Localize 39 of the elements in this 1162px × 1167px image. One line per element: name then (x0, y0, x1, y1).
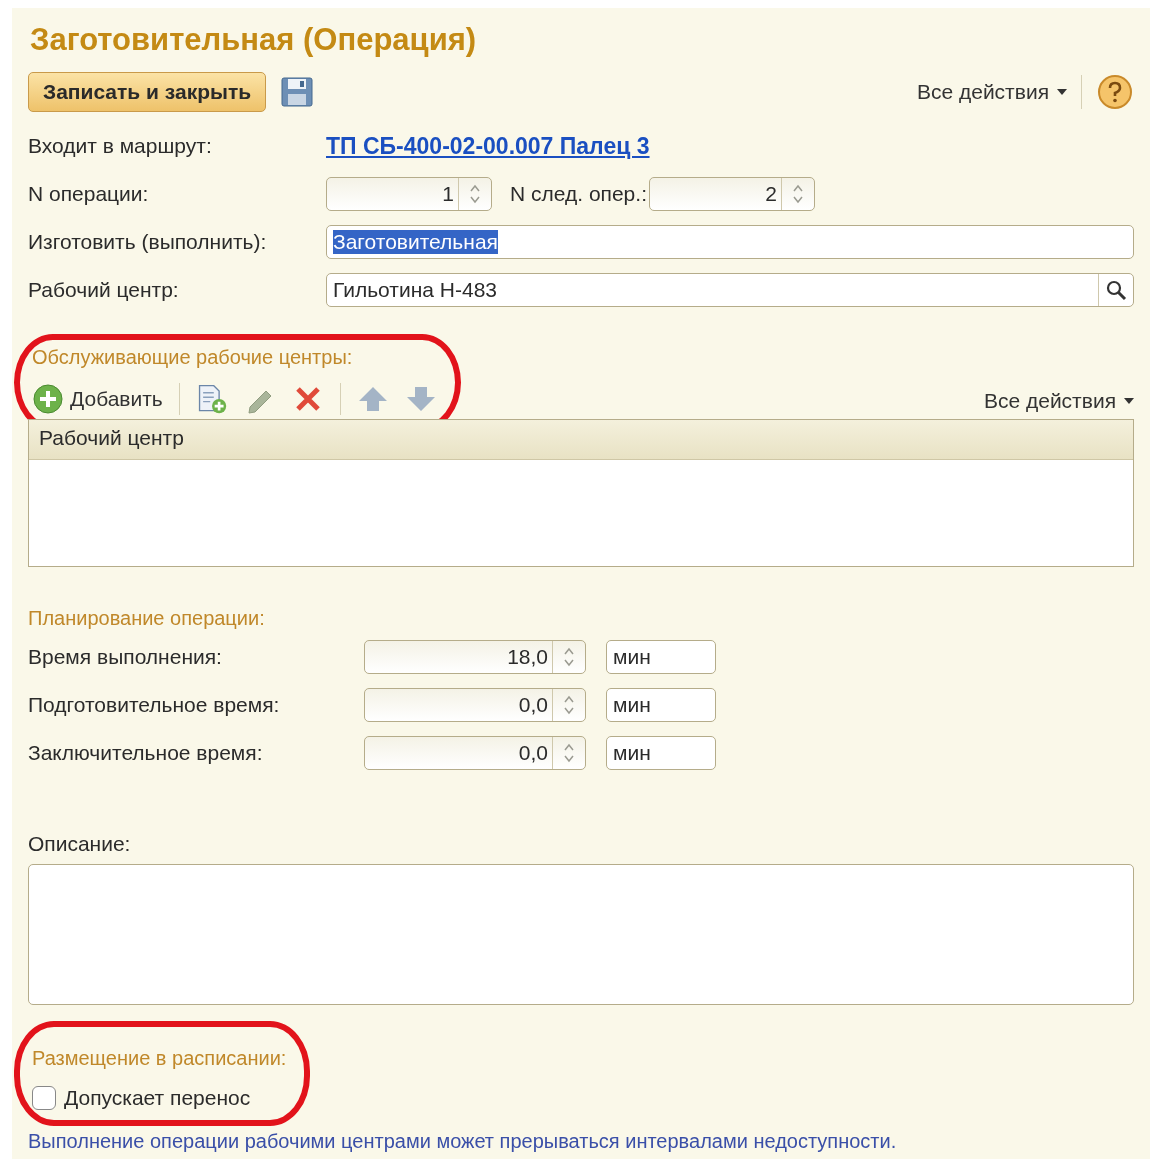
section-title: Планирование операции: (28, 607, 266, 631)
description-field[interactable] (28, 864, 1134, 1005)
caret-icon (1124, 398, 1134, 404)
hint-text: Выполнение операции рабочими центрами может прерываться интервалами недоступности. (28, 1130, 898, 1153)
field-label: Время выполнения: (28, 645, 223, 670)
save-close-button[interactable]: Записать и закрыть (28, 72, 267, 112)
help-icon[interactable] (1096, 73, 1134, 111)
field-label: Заключительное время: (28, 741, 264, 766)
all-actions-menu[interactable]: Все действия (983, 389, 1134, 413)
save-icon[interactable] (280, 76, 315, 108)
route-link[interactable]: ТП СБ-400-02-00.007 Палец 3 (326, 132, 1134, 160)
search-icon[interactable] (1105, 279, 1127, 301)
add-button[interactable]: Добавить (32, 383, 163, 415)
caret-icon (1057, 89, 1067, 95)
section-title: Обслуживающие рабочие центры: (32, 346, 354, 369)
number-field[interactable]: 0,0 (364, 736, 586, 771)
field-label: N операции: (28, 182, 150, 206)
unit-field[interactable]: мин (606, 688, 716, 723)
field-label: Рабочий центр: (28, 278, 180, 302)
number-field[interactable]: 18,0 (364, 640, 586, 675)
number-field[interactable]: 1 (326, 177, 492, 211)
number-field[interactable]: 0,0 (364, 688, 586, 723)
window-title: Заготовительная (Операция) (30, 22, 478, 58)
field-label: Входит в маршрут: (28, 134, 213, 158)
field-label: N след. опер.: (510, 182, 647, 206)
all-actions-menu[interactable]: Все действия (916, 80, 1067, 104)
unit-field[interactable]: мин (606, 640, 716, 675)
checkbox-label: Допускает перенос (64, 1086, 251, 1110)
lookup-field[interactable]: Гильотина Н-483 (326, 273, 1134, 307)
unit-field[interactable]: мин (606, 736, 716, 771)
column-header[interactable]: Рабочий центр (29, 420, 1133, 460)
field-label: Изготовить (выполнить): (28, 230, 268, 254)
text-field[interactable]: Заготовительная (326, 225, 1134, 259)
field-label: Подготовительное время: (28, 693, 281, 718)
checkbox[interactable] (32, 1086, 56, 1110)
section-title: Размещение в расписании: (32, 1047, 287, 1070)
number-field[interactable]: 2 (649, 177, 815, 211)
field-label: Описание: (28, 832, 132, 857)
plus-icon (32, 383, 64, 415)
